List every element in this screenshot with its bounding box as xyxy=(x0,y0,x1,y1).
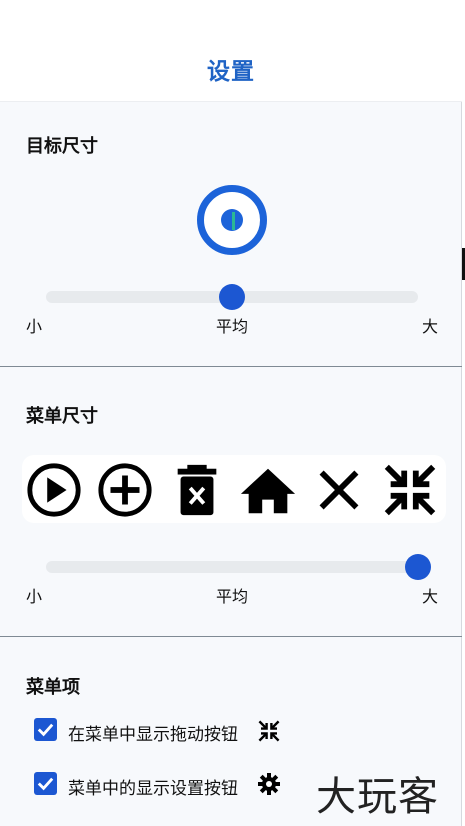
menu-items-title: 菜单项 xyxy=(26,677,80,698)
show-settings-button-label: 菜单中的显示设置按钮 xyxy=(68,779,238,799)
menu-size-min-label: 小 xyxy=(26,587,43,606)
watermark-logo: 大玩客 xyxy=(316,774,439,820)
menu-size-max-label: 大 xyxy=(422,587,439,606)
add-circle-icon xyxy=(98,463,152,517)
gear-icon xyxy=(258,773,280,795)
settings-panel: 设置 目标尺寸 小 平均 大 菜单尺寸 小 平均 大 菜单项 在菜单中显示拖动按… xyxy=(0,0,462,826)
home-icon xyxy=(240,468,296,514)
menu-size-title: 菜单尺寸 xyxy=(26,406,98,427)
section-divider xyxy=(0,636,462,637)
section-divider xyxy=(0,366,462,367)
menu-size-slider[interactable] xyxy=(46,561,418,573)
collapse-icon xyxy=(258,720,280,742)
target-size-title: 目标尺寸 xyxy=(26,136,98,157)
collapse-icon xyxy=(384,464,436,516)
delete-icon xyxy=(177,464,217,516)
menu-size-slider-thumb[interactable] xyxy=(405,554,431,580)
target-size-max-label: 大 xyxy=(422,317,439,336)
close-icon xyxy=(319,470,359,510)
page-title: 设置 xyxy=(207,59,255,85)
checkbox-checked-icon[interactable] xyxy=(34,772,57,795)
menu-size-mid-label: 平均 xyxy=(216,587,249,606)
checkbox-checked-icon[interactable] xyxy=(34,718,57,741)
play-circle-icon xyxy=(27,463,81,517)
header: 设置 xyxy=(0,0,462,102)
target-size-min-label: 小 xyxy=(26,317,43,336)
show-drag-button-label: 在菜单中显示拖动按钮 xyxy=(68,725,238,745)
target-preview-marker xyxy=(232,212,235,230)
target-size-mid-label: 平均 xyxy=(216,317,249,336)
target-size-slider-thumb[interactable] xyxy=(219,284,245,310)
